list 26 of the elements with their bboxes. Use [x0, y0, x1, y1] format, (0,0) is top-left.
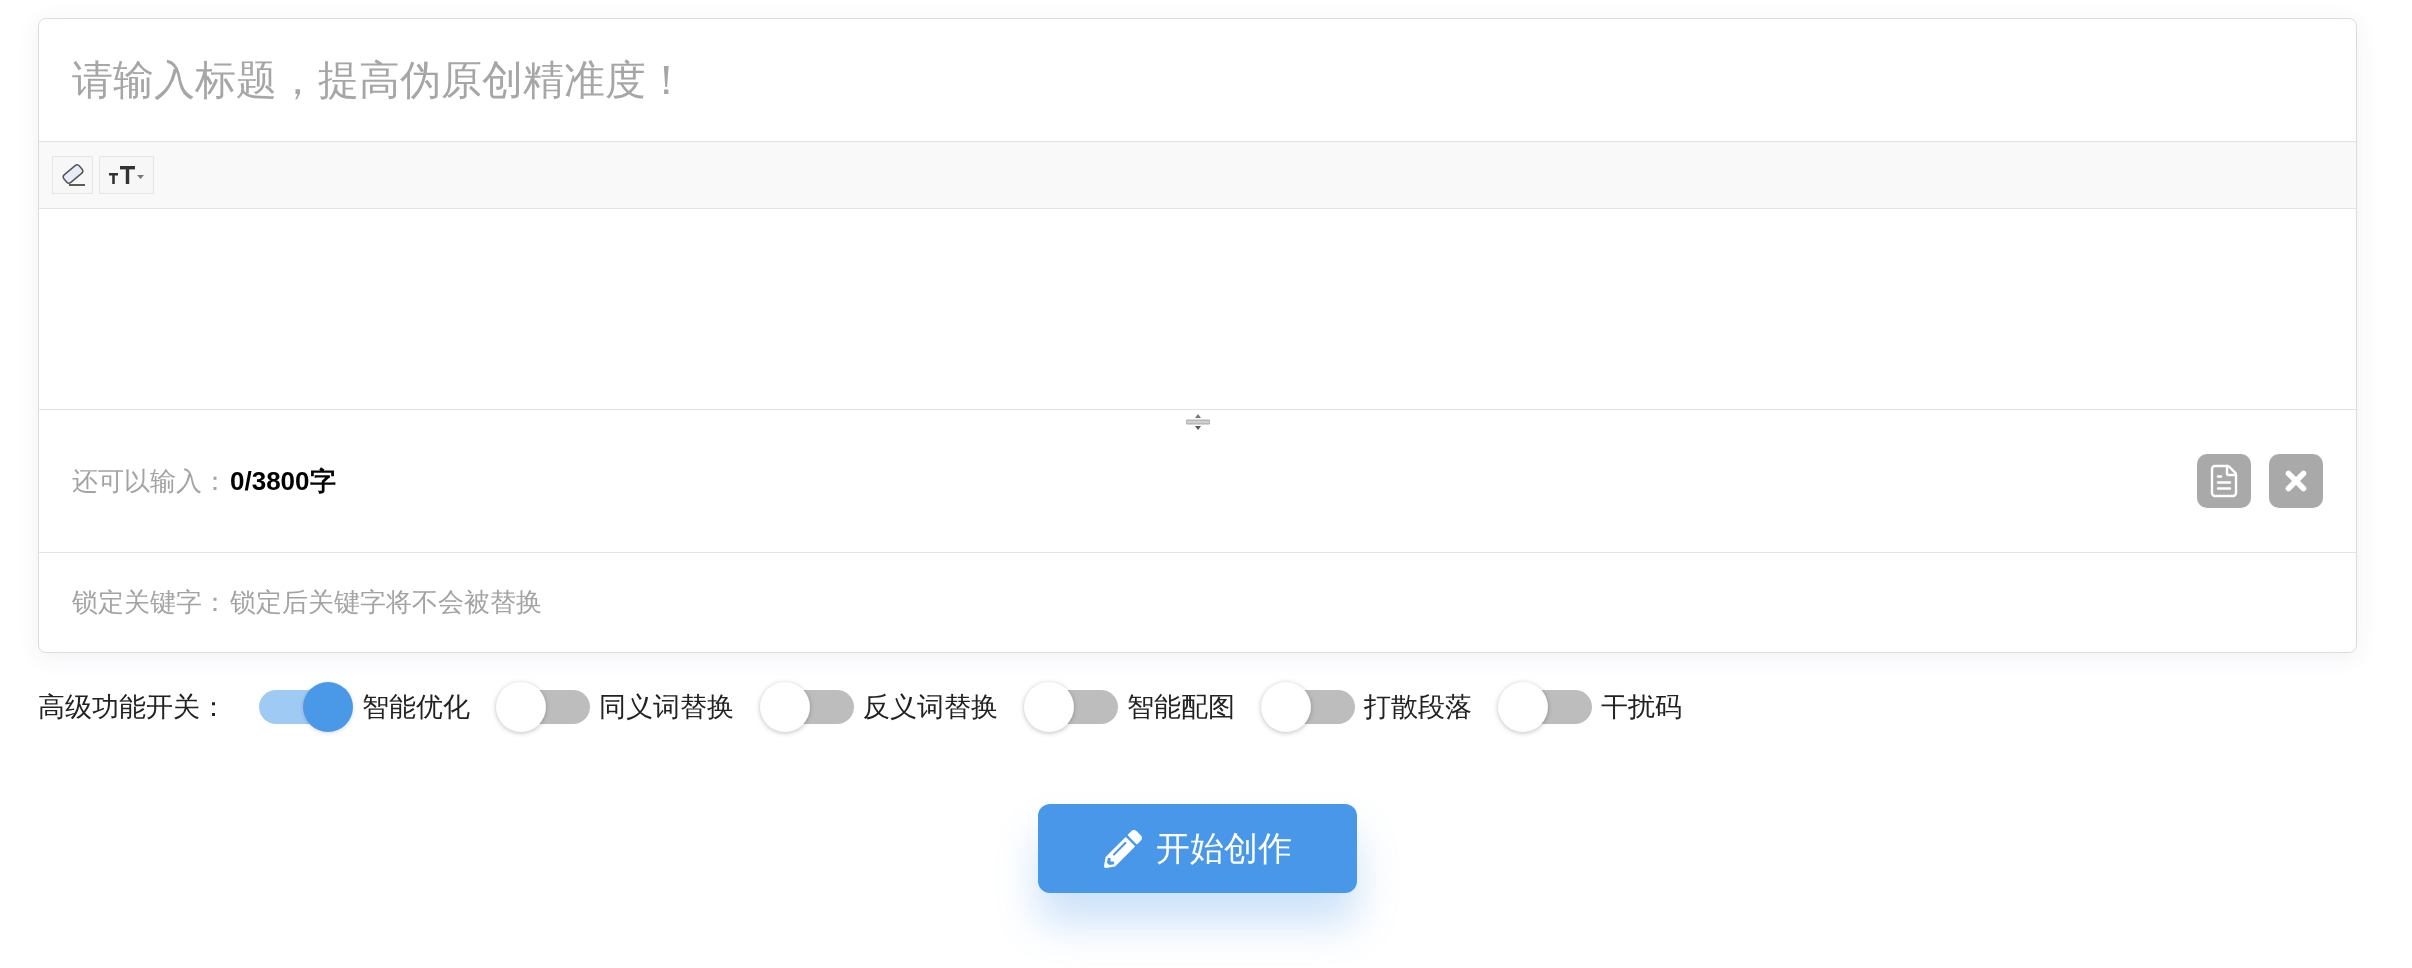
- keyword-lock-label: 锁定关键字：: [72, 586, 228, 619]
- remaining-label: 还可以输入：: [72, 464, 228, 498]
- eraser-button[interactable]: [52, 156, 93, 194]
- document-button[interactable]: [2197, 454, 2251, 508]
- switch-label: 干扰码: [1601, 690, 1682, 724]
- switch-label: 智能优化: [362, 690, 470, 724]
- switch-label: 智能配图: [1127, 690, 1235, 724]
- font-size-button[interactable]: [99, 156, 154, 194]
- resize-handle-icon[interactable]: [1185, 414, 1210, 430]
- clear-button[interactable]: [2269, 454, 2323, 508]
- toggle-switch[interactable]: [259, 681, 353, 733]
- toggle-switch[interactable]: [1024, 681, 1118, 733]
- font-size-icon: [108, 165, 145, 185]
- switch-label: 同义词替换: [599, 690, 734, 724]
- toggle-switch[interactable]: [1498, 681, 1592, 733]
- toggle-switch[interactable]: [760, 681, 854, 733]
- char-count: 0/3800字: [230, 464, 336, 498]
- toggle-switch[interactable]: [1261, 681, 1355, 733]
- switch-label: 反义词替换: [863, 690, 998, 724]
- toggle-switch[interactable]: [496, 681, 590, 733]
- pencil-icon: [1103, 829, 1142, 868]
- title-input-field[interactable]: 请输入标题，提高伪原创精准度！: [39, 19, 2356, 142]
- features-label: 高级功能开关：: [38, 690, 227, 724]
- start-button[interactable]: 开始创作: [1038, 804, 1357, 893]
- keyword-input-field[interactable]: 锁定后关键字将不会被替换: [230, 577, 2323, 628]
- switch-label: 打散段落: [1364, 690, 1472, 724]
